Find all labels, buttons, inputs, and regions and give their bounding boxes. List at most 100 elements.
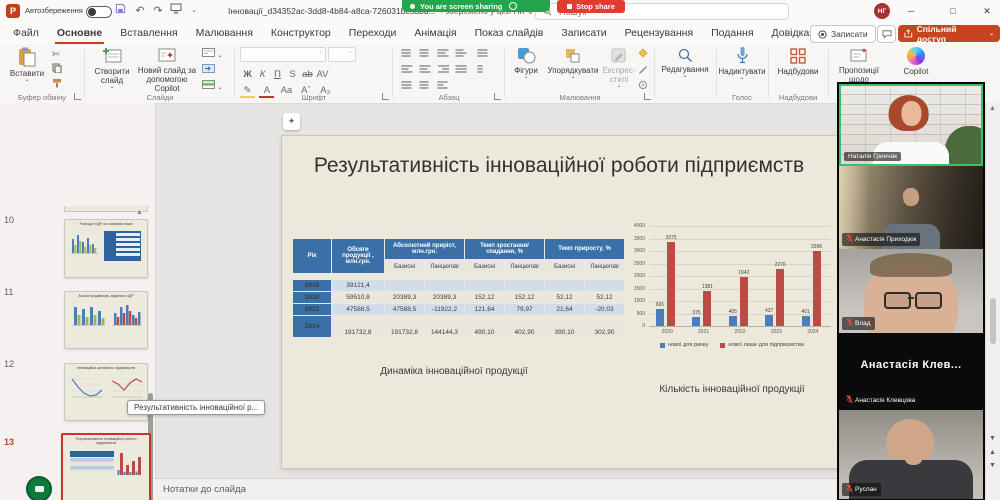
qat-chevron-icon[interactable]: ⌄ <box>186 0 202 22</box>
comments-button[interactable] <box>877 25 896 43</box>
editing-button[interactable]: Редагування⌄ <box>660 47 710 79</box>
copilot-slide-button[interactable]: Новий слайд за допомогою Copilot <box>136 47 198 94</box>
smartart-convert-icon[interactable] <box>436 80 450 93</box>
shadow-icon[interactable]: S <box>285 69 300 80</box>
undo-icon[interactable]: ↶ <box>132 0 148 22</box>
shape-outline-icon[interactable] <box>638 64 648 76</box>
copy-icon[interactable] <box>52 63 62 75</box>
paste-button[interactable]: Вставити⌄ <box>8 47 46 83</box>
format-painter-icon[interactable] <box>52 78 62 90</box>
tab-Малювання[interactable]: Малювання <box>187 22 262 44</box>
font-dialog-launcher[interactable] <box>382 93 389 100</box>
font-name-combo[interactable] <box>240 47 326 62</box>
align-center-icon[interactable] <box>418 64 432 77</box>
scroll-down-icon[interactable]: ▼ <box>989 435 996 442</box>
screenshare-banner: You are screen sharing <box>402 0 550 12</box>
arrange-button[interactable]: Упорядкувати⌄ <box>546 47 600 80</box>
tab-Показ слайдів[interactable]: Показ слайдів <box>466 22 553 44</box>
chart-xtick: 2022 <box>722 329 758 335</box>
align-text-icon[interactable] <box>418 80 432 93</box>
tab-Записати[interactable]: Записати <box>552 22 615 44</box>
slide-table[interactable]: РікОбсяги продукції , млн.грн.Абсолютний… <box>292 238 625 338</box>
strikethrough-icon[interactable]: ab <box>300 69 315 80</box>
align-left-icon[interactable] <box>400 64 414 77</box>
addins-button[interactable]: Надбудови <box>774 47 822 76</box>
tab-file[interactable]: Файл <box>4 22 48 44</box>
shape-fill-icon[interactable] <box>638 48 648 60</box>
tab-Подання[interactable]: Подання <box>702 22 762 44</box>
align-right-icon[interactable] <box>436 64 450 77</box>
italic-icon[interactable]: К <box>255 69 270 80</box>
clipboard-dialog-launcher[interactable] <box>74 93 81 100</box>
autosave-toggle[interactable] <box>86 6 112 18</box>
drawing-dialog-launcher[interactable] <box>644 93 651 100</box>
tab-Переходи[interactable]: Переходи <box>340 22 406 44</box>
cut-icon[interactable]: ✄ <box>52 49 60 60</box>
stop-share-button[interactable]: Stop share <box>557 0 625 13</box>
save-icon[interactable] <box>112 0 128 22</box>
tab-Анімація[interactable]: Анімація <box>405 22 465 44</box>
indent-decrease-icon[interactable] <box>436 48 450 61</box>
chart-legend: нової для ринкунової лише для підприємст… <box>625 342 839 348</box>
record-button[interactable]: Записати <box>810 25 876 43</box>
tab-Основне[interactable]: Основне <box>48 22 111 44</box>
underline-icon[interactable]: П <box>270 69 285 80</box>
slideshow-icon[interactable] <box>168 0 184 22</box>
redo-icon[interactable]: ↷ <box>150 0 166 22</box>
thumbnail-number-12: 12 <box>4 359 14 369</box>
tab-Конструктор[interactable]: Конструктор <box>262 22 340 44</box>
bullets-icon[interactable] <box>400 48 414 61</box>
new-slide-button[interactable]: Створити слайд⌄ <box>90 47 134 90</box>
participant-tile-3[interactable]: Влад <box>839 249 983 333</box>
shapes-button[interactable]: Фігури⌄ <box>508 47 544 80</box>
participant-tile-2[interactable]: Анастасія Приходюк <box>839 166 983 249</box>
ribbon-tabs: ФайлОсновнеВставленняМалюванняКонструкто… <box>4 22 818 44</box>
dictate-button[interactable]: Надиктувати⌄ <box>718 46 766 81</box>
copilot-button[interactable]: Copilot <box>894 47 938 76</box>
participant-tile-5[interactable]: Руслан <box>839 410 983 499</box>
tab-Рецензування[interactable]: Рецензування <box>616 22 702 44</box>
data-table[interactable]: РікОбсяги продукції , млн.грн.Абсолютний… <box>292 238 625 338</box>
columns-icon[interactable] <box>476 64 490 77</box>
participant-tile-4[interactable]: Анастасія Клев...Анастасія Клевцова <box>839 333 983 410</box>
participant-tile-1[interactable]: Наталія Гринчак <box>839 84 983 166</box>
justify-icon[interactable] <box>454 64 468 77</box>
previous-slide-button[interactable]: ▲ <box>989 449 996 456</box>
font-size-combo[interactable] <box>328 47 356 62</box>
editing-icon <box>677 47 694 63</box>
next-slide-button[interactable]: ▼ <box>989 462 996 469</box>
slide-thumbnail-10[interactable]: Розподіл НДР за галузями науки <box>64 219 148 278</box>
maximize-button[interactable]: □ <box>942 0 964 22</box>
tab-Вставлення[interactable]: Вставлення <box>111 22 186 44</box>
bold-icon[interactable]: Ж <box>240 69 255 80</box>
char-spacing-icon[interactable]: AV <box>315 69 330 80</box>
account-avatar[interactable]: НГ <box>874 3 890 19</box>
reset-slide-icon[interactable] <box>202 64 215 75</box>
meeting-floating-icon[interactable] <box>26 476 52 500</box>
main-scrollbar-thumb[interactable] <box>990 298 996 344</box>
close-button[interactable]: ✕ <box>976 0 998 22</box>
designer-icon[interactable]: ✦ <box>283 113 300 130</box>
thumbs-scroll-up-icon[interactable]: ▲ <box>136 209 143 216</box>
minimize-button[interactable]: ─ <box>900 0 922 22</box>
quick-styles-button[interactable]: Експрес-стилі⌄ <box>602 47 636 89</box>
indent-increase-icon[interactable] <box>454 48 468 61</box>
chart-bar <box>656 309 664 326</box>
chart-gridline <box>649 264 831 265</box>
line-spacing-icon[interactable] <box>476 48 490 61</box>
scroll-up-icon[interactable]: ▲ <box>989 105 996 112</box>
paragraph-dialog-launcher[interactable] <box>494 93 501 100</box>
share-button[interactable]: Спільний доступ ⌄ <box>898 25 1000 42</box>
text-direction-icon[interactable] <box>400 80 414 93</box>
slide-thumbnail-13[interactable]: Результативність інноваційної роботи під… <box>61 433 151 500</box>
slide-thumbnail-11[interactable]: Аналіз працівників, задіяних в ДіР <box>64 291 148 349</box>
shape-effects-icon[interactable] <box>638 80 648 92</box>
slide-layout-icon[interactable]: ⌄ <box>202 48 223 59</box>
table-caption[interactable]: Динаміка інноваційної продукції <box>292 366 616 377</box>
section-icon[interactable]: ⌄ <box>202 80 223 91</box>
suggestions-button[interactable]: Пропозиції щодо <box>831 47 887 84</box>
slide-title[interactable]: Результативність інноваційної роботи під… <box>282 154 836 178</box>
numbering-icon[interactable] <box>418 48 432 61</box>
chart-caption[interactable]: Кількість інноваційної продукції <box>625 384 839 395</box>
slide-chart[interactable]: 0500100015002000250030003500400020206913… <box>625 216 839 358</box>
